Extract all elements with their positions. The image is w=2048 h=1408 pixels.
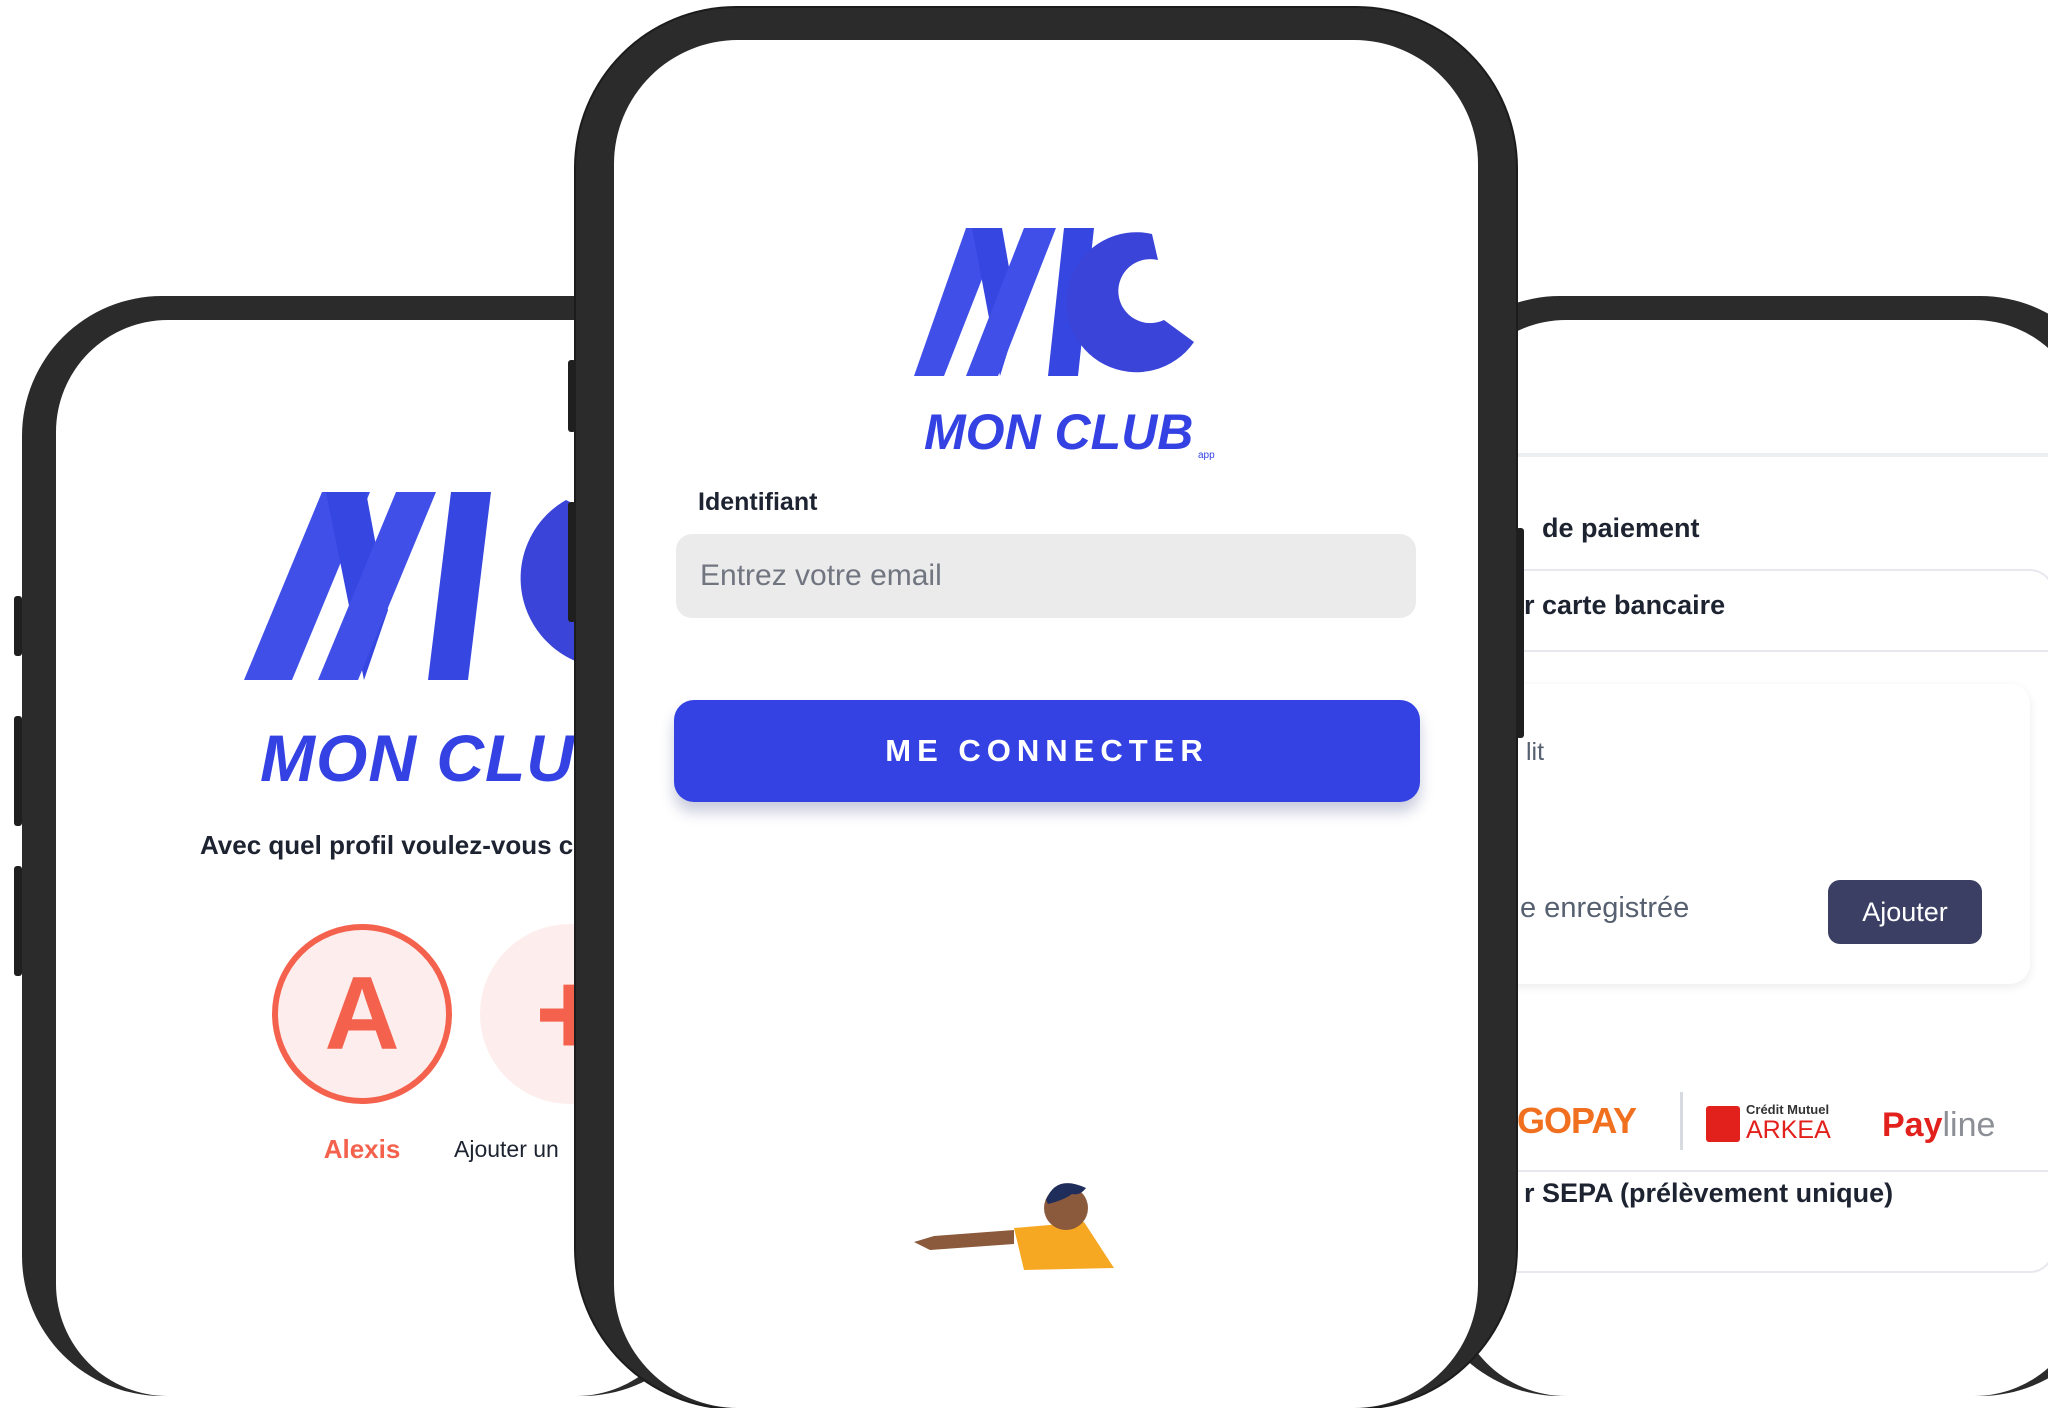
divider (1680, 1092, 1683, 1150)
connect-button[interactable]: ME CONNECTER (674, 700, 1420, 802)
profile-question: Avec quel profil voulez-vous co (200, 830, 590, 860)
avatar-initial: A (324, 955, 400, 1072)
arkea-subtitle: Crédit Mutuel (1746, 1102, 1830, 1117)
brand-wordmark: MON CLUB (924, 404, 1194, 460)
add-profile-label: Ajouter un (454, 1136, 559, 1162)
payment-section-title: de paiement (1542, 513, 1700, 543)
payline-part-1: Pay (1882, 1106, 1943, 1144)
email-input[interactable] (676, 534, 1416, 618)
profile-name[interactable]: Alexis (272, 1134, 452, 1165)
right-screen: de paiement r carte bancaire lit e enreg… (1454, 320, 2048, 1396)
saved-card-label: e enregistrée (1520, 892, 1690, 924)
phone-side-button (14, 866, 22, 976)
divider (1484, 1170, 2048, 1172)
payline-logo: Payline (1882, 1106, 1995, 1145)
mc-logo-icon (914, 228, 1194, 376)
center-screen: MON CLUB app Identifiant ME CONNECTER (614, 40, 1478, 1408)
add-card-button[interactable]: Ajouter (1828, 880, 1982, 944)
payline-part-2: line (1942, 1106, 1996, 1144)
sepa-payment-title[interactable]: r SEPA (prélèvement unique) (1524, 1178, 1893, 1209)
phone-side-button (568, 360, 576, 432)
login-label: Identifiant (698, 488, 818, 516)
brand-wordmark: MON CLUB (260, 721, 624, 795)
divider (1484, 650, 2048, 652)
arkea-icon (1706, 1106, 1740, 1142)
arkea-logo: ARKEA (1746, 1116, 1831, 1144)
phone-side-button (14, 716, 22, 826)
profile-avatar-alexis[interactable]: A (272, 924, 452, 1104)
phone-side-button (568, 502, 576, 622)
header-divider (1454, 453, 2048, 457)
brand-suffix: app (1198, 450, 1215, 461)
phone-side-button (1516, 528, 1524, 738)
phone-side-button (14, 596, 22, 656)
card-payment-title[interactable]: r carte bancaire (1524, 590, 1725, 621)
player-illustration (914, 1183, 1114, 1270)
credit-label: lit (1526, 738, 1545, 766)
phone-center: MON CLUB app Identifiant ME CONNECTER (568, 8, 1524, 1408)
